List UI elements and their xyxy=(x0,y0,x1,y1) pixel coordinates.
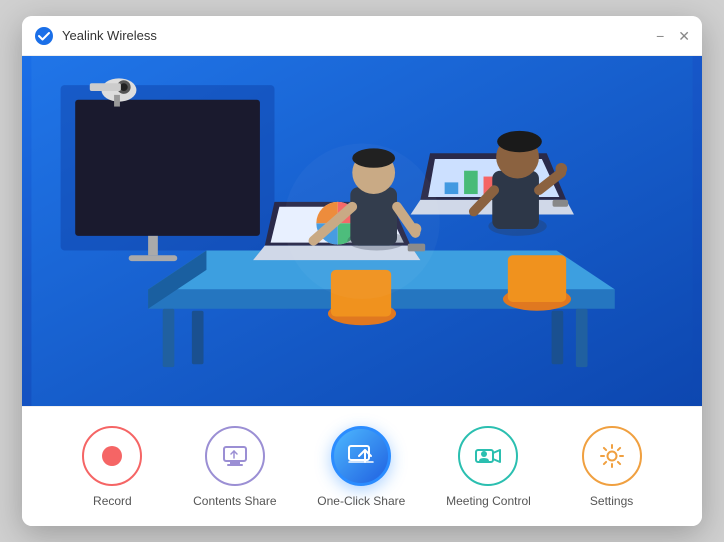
window-controls: − ✕ xyxy=(656,29,690,43)
meeting-control-label: Meeting Control xyxy=(446,494,531,508)
oneclick-share-icon xyxy=(345,440,377,472)
contents-share-icon-wrap xyxy=(205,426,265,486)
settings-label: Settings xyxy=(590,494,633,508)
meeting-control-icon-wrap xyxy=(458,426,518,486)
toolbar: Record Contents Share xyxy=(22,406,702,526)
contents-share-button[interactable]: Contents Share xyxy=(193,426,276,508)
hero-illustration xyxy=(22,56,702,406)
title-bar: Yealink Wireless − ✕ xyxy=(22,16,702,56)
app-title: Yealink Wireless xyxy=(62,28,656,43)
contents-share-icon xyxy=(220,441,250,471)
scene-svg xyxy=(22,56,702,406)
record-button[interactable]: Record xyxy=(72,426,152,508)
meeting-control-button[interactable]: Meeting Control xyxy=(446,426,531,508)
settings-icon-wrap xyxy=(582,426,642,486)
settings-icon xyxy=(597,441,627,471)
oneclick-share-label: One-Click Share xyxy=(317,494,405,508)
minimize-button[interactable]: − xyxy=(656,29,664,43)
oneclick-share-icon-wrap xyxy=(331,426,391,486)
contents-share-label: Contents Share xyxy=(193,494,276,508)
app-window: Yealink Wireless − ✕ xyxy=(22,16,702,526)
yealink-logo-icon xyxy=(34,26,54,46)
record-label: Record xyxy=(93,494,132,508)
close-button[interactable]: ✕ xyxy=(678,29,690,43)
settings-button[interactable]: Settings xyxy=(572,426,652,508)
record-icon xyxy=(98,442,126,470)
record-icon-wrap xyxy=(82,426,142,486)
oneclick-share-button[interactable]: One-Click Share xyxy=(317,426,405,508)
meeting-control-icon xyxy=(473,441,503,471)
